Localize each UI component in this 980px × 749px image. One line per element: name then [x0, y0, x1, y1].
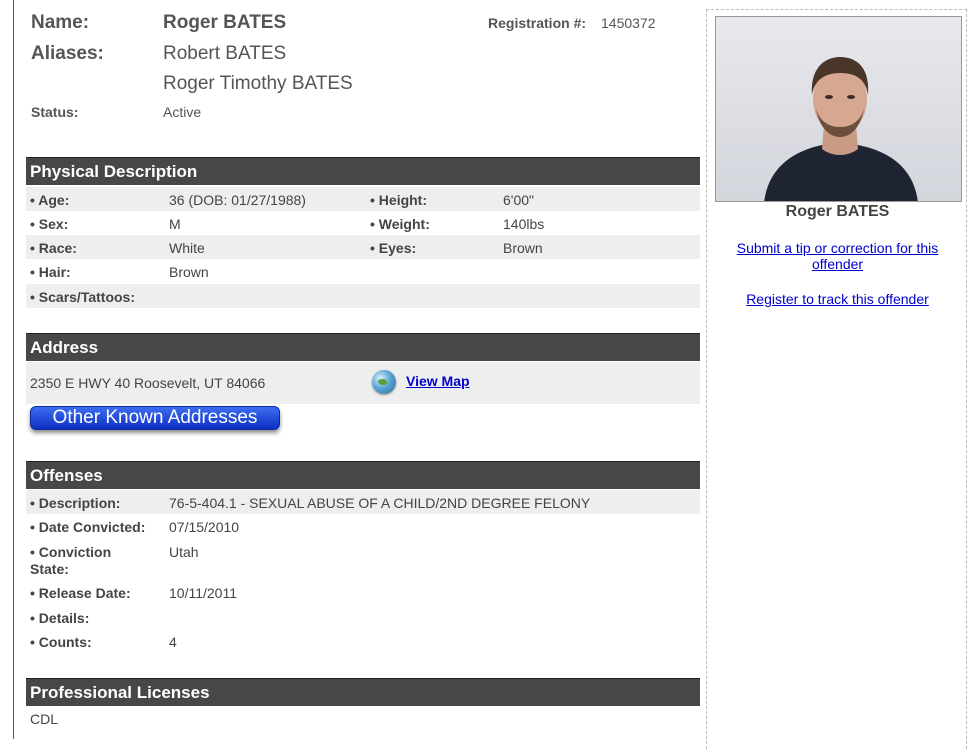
- address-value: 2350 E HWY 40 Roosevelt, UT 84066: [30, 375, 266, 391]
- details-label: • Details:: [30, 610, 90, 626]
- height-label: • Height:: [370, 192, 428, 208]
- hair-label: • Hair:: [30, 264, 71, 280]
- conviction-state-value: Utah: [169, 544, 199, 560]
- left-border: [13, 0, 14, 739]
- offender-photo: [715, 16, 962, 202]
- age-label: • Age:: [30, 192, 70, 208]
- description-label: • Description:: [30, 495, 121, 511]
- person-photo-icon: [716, 17, 961, 201]
- weight-value: 140lbs: [503, 216, 545, 232]
- height-value: 6'00": [503, 192, 535, 208]
- physical-row-race: • Race: White • Eyes: Brown: [26, 235, 700, 259]
- race-value: White: [169, 240, 205, 256]
- race-label: • Race:: [30, 240, 77, 256]
- physical-row-hair: • Hair: Brown: [26, 259, 700, 283]
- submit-tip-link[interactable]: Submit a tip or correction for this offe…: [707, 240, 968, 272]
- other-known-addresses-button[interactable]: Other Known Addresses: [30, 406, 280, 430]
- offense-row-description: • Description: 76-5-404.1 - SEXUAL ABUSE…: [26, 490, 700, 514]
- address-row: 2350 E HWY 40 Roosevelt, UT 84066 View M…: [26, 362, 700, 404]
- register-track-container: Register to track this offender: [707, 291, 968, 307]
- release-date-label: • Release Date:: [30, 585, 131, 601]
- offense-row-state: • Conviction State: Utah: [26, 539, 700, 579]
- weight-label: • Weight:: [370, 216, 430, 232]
- sidebar-offender-name: Roger BATES: [785, 203, 890, 220]
- register-track-link[interactable]: Register to track this offender: [746, 291, 929, 307]
- description-value: 76-5-404.1 - SEXUAL ABUSE OF A CHILD/2ND…: [169, 495, 591, 511]
- eyes-label: • Eyes:: [370, 240, 417, 256]
- offense-row-date: • Date Convicted: 07/15/2010: [26, 514, 700, 538]
- address-header: Address: [26, 333, 700, 361]
- counts-value: 4: [169, 634, 177, 650]
- status-label: Status:: [31, 104, 79, 120]
- date-convicted-label: • Date Convicted:: [30, 519, 146, 535]
- offenses-header: Offenses: [26, 461, 700, 489]
- aliases-label: Aliases:: [31, 43, 104, 64]
- professional-licenses-header: Professional Licenses: [26, 678, 700, 706]
- offense-row-counts: • Counts: 4: [26, 629, 700, 653]
- counts-label: • Counts:: [30, 634, 92, 650]
- submit-tip-link-line1[interactable]: Submit a tip or correction for this: [737, 240, 939, 256]
- hair-value: Brown: [169, 264, 209, 280]
- view-map-link[interactable]: View Map: [406, 373, 470, 389]
- release-date-value: 10/11/2011: [169, 585, 237, 601]
- name-label: Name:: [31, 12, 90, 33]
- date-convicted-value: 07/15/2010: [169, 519, 240, 535]
- sex-label: • Sex:: [30, 216, 69, 232]
- physical-row-age: • Age: 36 (DOB: 01/27/1988) • Height: 6'…: [26, 187, 700, 211]
- scars-label: • Scars/Tattoos:: [30, 289, 135, 305]
- eyes-value: Brown: [503, 240, 543, 256]
- physical-description-header: Physical Description: [26, 157, 700, 185]
- registration-number: 1450372: [601, 15, 656, 31]
- offense-row-release: • Release Date: 10/11/2011: [26, 580, 700, 604]
- offense-row-details: • Details:: [26, 605, 700, 629]
- conviction-state-label: • Conviction: [30, 544, 112, 560]
- physical-row-scars: • Scars/Tattoos:: [26, 284, 700, 308]
- age-value: 36 (DOB: 01/27/1988): [169, 192, 306, 208]
- globe-icon[interactable]: [372, 370, 396, 394]
- sex-value: M: [169, 216, 181, 232]
- registration-label: Registration #:: [488, 15, 587, 31]
- alias-1: Robert BATES: [163, 43, 287, 64]
- offender-name: Roger BATES: [163, 12, 287, 33]
- offender-sidebar: Roger BATES Submit a tip or correction f…: [706, 9, 967, 749]
- physical-row-sex: • Sex: M • Weight: 140lbs: [26, 211, 700, 235]
- alias-2: Roger Timothy BATES: [163, 73, 353, 94]
- submit-tip-link-line2[interactable]: offender: [812, 256, 863, 272]
- conviction-state-label-2: State:: [30, 561, 69, 577]
- status-value: Active: [163, 104, 202, 120]
- license-value: CDL: [30, 711, 59, 727]
